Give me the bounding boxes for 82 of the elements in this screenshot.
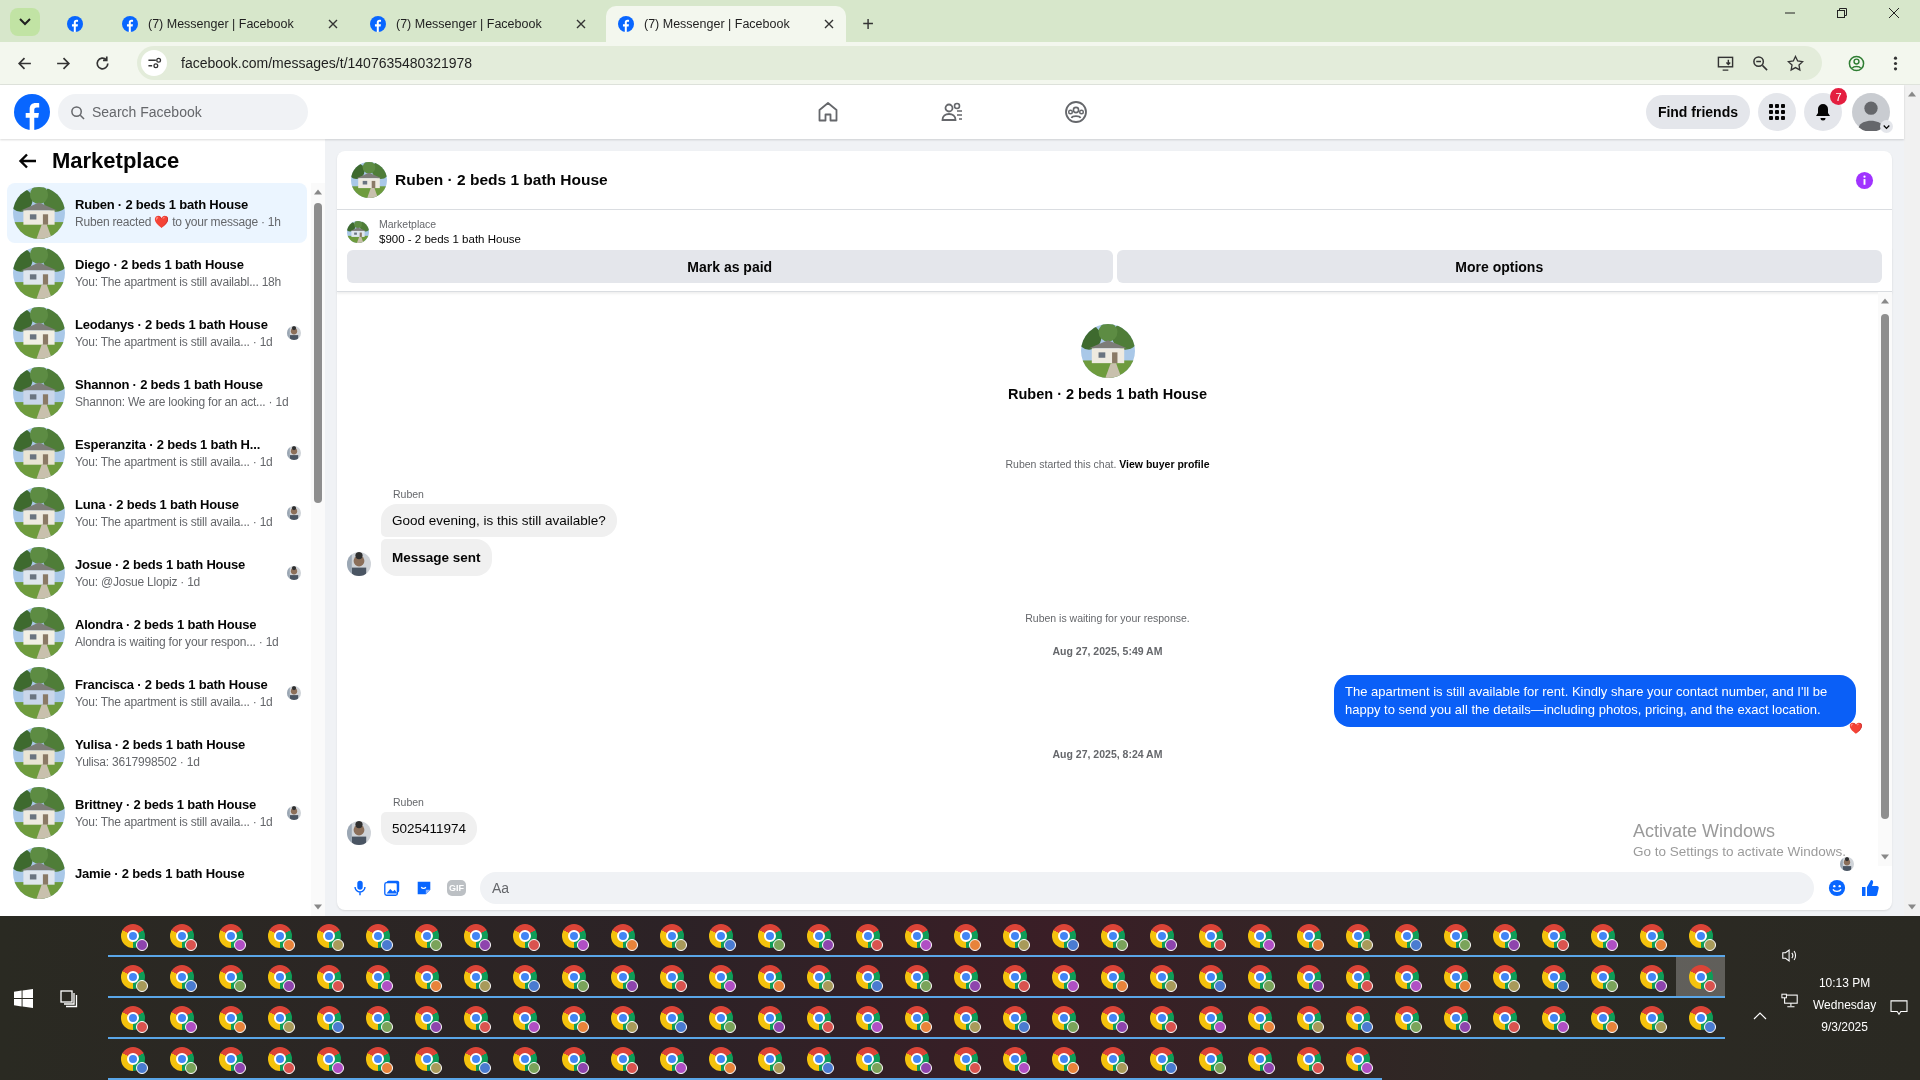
- listing-title: $900 - 2 beds 1 bath House: [379, 233, 521, 245]
- clock-time: 10:13 PM: [1818, 976, 1871, 990]
- conversation-title: Leodanys · 2 beds 1 bath House: [75, 317, 269, 332]
- chat-note: Ruben started this chat. View buyer profile: [1005, 458, 1210, 470]
- listing-label: Marketplace: [379, 218, 438, 230]
- clock-date: 9/3/2025: [1821, 1020, 1868, 1034]
- clock-day: Wednesday: [1813, 998, 1877, 1012]
- browser-tab[interactable]: (7) Messenger | Facebook: [110, 6, 350, 42]
- conversation-title: Ruben · 2 beds 1 bath House: [75, 197, 249, 212]
- conversation-preview: You: @Josue Llopiz: [75, 575, 178, 589]
- conversation-preview: You: The apartment is still availa...: [75, 515, 250, 529]
- intro-title: Ruben · 2 beds 1 bath House: [1008, 386, 1207, 402]
- conversation-title: Josue · 2 beds 1 bath House: [75, 557, 247, 572]
- conversation-time: · 1d: [252, 335, 273, 349]
- conversation-item[interactable]: Luna · 2 beds 1 bath House You: The apartment is still availa... · 1d: [7, 483, 307, 543]
- conversation-preview: You: The apartment is still availa...: [75, 815, 250, 829]
- action-button[interactable]: More options: [1116, 250, 1882, 283]
- conversation-item[interactable]: Ruben · 2 beds 1 bath House Ruben reacted ❤ to your message · 1h: [7, 183, 307, 243]
- clock[interactable]: 10:13 PM Wednesday 9/3/2025: [1813, 976, 1877, 1034]
- conversation-time: · 1d: [252, 815, 273, 829]
- conversation-preview: Yulisa: 3617998502: [75, 755, 177, 769]
- find-friends-button[interactable]: Find friends: [1645, 95, 1750, 129]
- message-bubble: 5025411974: [381, 812, 478, 846]
- activation-hint: Go to Settings to activate Windows.: [1632, 844, 1846, 859]
- message-field[interactable]: Aa: [480, 872, 1814, 904]
- new-tab-button[interactable]: +: [852, 6, 884, 42]
- conversation-item[interactable]: Esperanzita · 2 beds 1 bath H... You: The apartment is still availa... · 1d: [7, 423, 307, 483]
- timestamp: Aug 27, 2025, 8:24 AM: [1052, 748, 1163, 761]
- buyer-profile-link[interactable]: View buyer profile: [1119, 458, 1210, 470]
- conversation-title: Brittney · 2 beds 1 bath House: [75, 797, 258, 812]
- conversation-preview: You: The apartment is still availa...: [75, 455, 250, 469]
- conversation-preview: You: The apartment is still availa...: [75, 335, 250, 349]
- conversation-title: Diego · 2 beds 1 bath House: [75, 257, 245, 272]
- conversation-title: Esperanzita · 2 beds 1 bath H...: [75, 437, 262, 452]
- conversation-title: Luna · 2 beds 1 bath House: [75, 497, 240, 512]
- conversation-title: Jamie · 2 beds 1 bath House: [75, 865, 246, 881]
- conversation-time: · 1d: [268, 395, 289, 409]
- conversation-item[interactable]: Alondra · 2 beds 1 bath House Alondra is waiting for your respon... · 1d: [7, 603, 307, 663]
- conversation-preview: Alondra is waiting for your respon...: [75, 635, 256, 649]
- conversation-item[interactable]: Francisca · 2 beds 1 bath House You: The apartment is still availa... · 1d: [7, 663, 307, 723]
- search-field[interactable]: Search Facebook: [58, 94, 308, 130]
- conversation-time: · 1h: [260, 215, 281, 229]
- sender-name: Ruben: [393, 796, 425, 809]
- notification-badge: 7: [1830, 88, 1847, 105]
- message-bubble: Good evening, is this still available?: [381, 504, 617, 537]
- conversation-time: · 1d: [252, 695, 273, 709]
- url-text: facebook.com/messages/t/1407635480321978: [181, 55, 473, 71]
- conversation-preview: You: The apartment is still availa...: [75, 695, 250, 709]
- action-button[interactable]: Mark as paid: [347, 250, 1113, 283]
- conversation-time: · 1d: [252, 455, 273, 469]
- tab-title: (7) Messenger | Facebook: [148, 17, 295, 31]
- sender-name: Ruben: [393, 488, 425, 500]
- timestamp: Aug 27, 2025, 5:49 AM: [1052, 645, 1163, 657]
- conversation-preview: Shannon: We are looking for an act...: [75, 395, 266, 409]
- browser-tab[interactable]: (7) Messenger | Facebook: [606, 6, 846, 42]
- conversation-time: 18h: [261, 275, 282, 289]
- conversation-item[interactable]: Shannon · 2 beds 1 bath House Shannon: We are looking for an act... · 1d: [7, 363, 307, 423]
- activation-title: Activate Windows: [1632, 821, 1776, 842]
- message-bubble: Message sent: [381, 539, 492, 576]
- sidebar-title: Marketplace: [52, 148, 180, 174]
- conversation-title: Francisca · 2 beds 1 bath House: [75, 677, 269, 692]
- conversation-title: Alondra · 2 beds 1 bath House: [75, 617, 258, 632]
- status-note: Ruben is waiting for your response.: [1025, 612, 1190, 624]
- conversation-item[interactable]: Jamie · 2 beds 1 bath House: [7, 843, 307, 903]
- conversation-time: · 1d: [180, 575, 201, 589]
- conversation-title: Yulisa · 2 beds 1 bath House: [75, 737, 246, 752]
- conversation-item[interactable]: Diego · 2 beds 1 bath House You: The apartment is still availabl... 18h: [7, 243, 307, 303]
- conversation-preview: Ruben reacted ❤ to your message: [75, 215, 258, 229]
- conversation-item[interactable]: Josue · 2 beds 1 bath House You: @Josue Llopiz · 1d: [7, 543, 307, 603]
- conversation-item[interactable]: Yulisa · 2 beds 1 bath House Yulisa: 3617998502 · 1d: [7, 723, 307, 783]
- conversation-time: · 1d: [258, 635, 279, 649]
- chat-title: Ruben · 2 beds 1 bath House: [395, 171, 608, 189]
- conversation-time: · 1d: [252, 515, 273, 529]
- tab-title: (7) Messenger | Facebook: [396, 17, 543, 31]
- conversation-item[interactable]: Leodanys · 2 beds 1 bath House You: The apartment is still availa... · 1d: [7, 303, 307, 363]
- conversation-item[interactable]: Brittney · 2 beds 1 bath House You: The apartment is still availa... · 1d: [7, 783, 307, 843]
- tab-title: (7) Messenger | Facebook: [644, 17, 791, 31]
- conversation-preview: You: The apartment is still availabl...: [75, 275, 259, 289]
- conversation-time: · 1d: [179, 755, 200, 769]
- browser-tab[interactable]: (7) Messenger | Facebook: [358, 6, 598, 42]
- address-bar[interactable]: facebook.com/messages/t/1407635480321978: [137, 46, 1822, 80]
- conversation-title: Shannon · 2 beds 1 bath House: [75, 377, 264, 392]
